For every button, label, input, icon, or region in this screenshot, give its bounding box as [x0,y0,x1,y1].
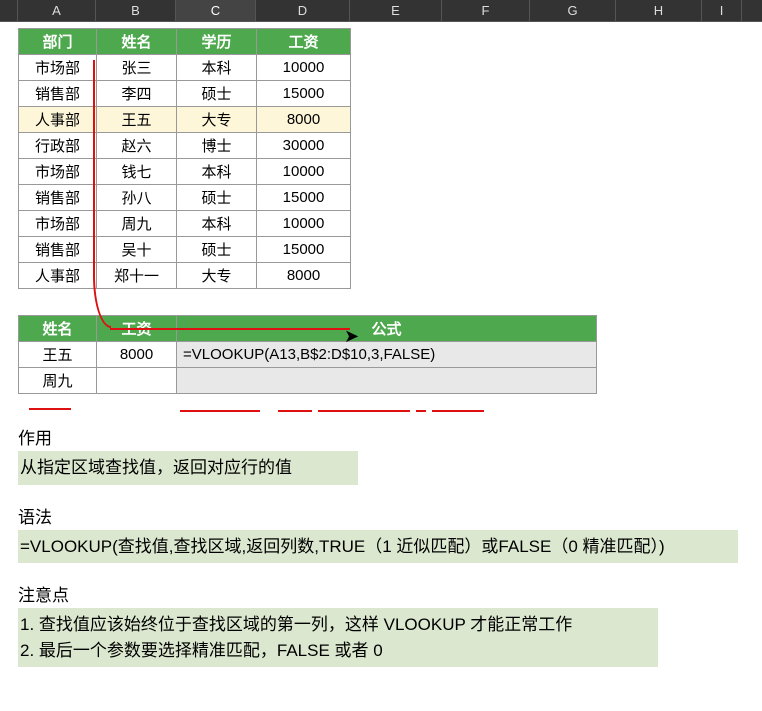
t1-name-4[interactable]: 钱七 [97,159,177,185]
grid-body[interactable]: 部门 姓名 学历 工资 市场部张三本科10000销售部李四硕士15000人事部王… [0,28,762,667]
t1-salary-7[interactable]: 15000 [257,237,351,263]
t1-dept-4[interactable]: 市场部 [19,159,97,185]
table-row[interactable]: 行政部赵六博士30000 [19,133,351,159]
t1-name-7[interactable]: 吴十 [97,237,177,263]
t1-edu-8[interactable]: 大专 [177,263,257,289]
t1-dept-5[interactable]: 销售部 [19,185,97,211]
col-header-I[interactable]: I [702,0,742,21]
t2-header-salary[interactable]: 工资 [97,316,177,342]
t1-edu-3[interactable]: 博士 [177,133,257,159]
t1-dept-8[interactable]: 人事部 [19,263,97,289]
t1-name-1[interactable]: 李四 [97,81,177,107]
column-header-row: A B C D E F G H I [0,0,762,22]
table-row[interactable]: 市场部张三本科10000 [19,55,351,81]
t2-salary-1[interactable] [97,368,177,394]
t1-header-name[interactable]: 姓名 [97,29,177,55]
tip-2: 2. 最后一个参数要选择精准匹配，FALSE 或者 0 [20,638,656,664]
col-header-D[interactable]: D [256,0,350,21]
col-header-B[interactable]: B [96,0,176,21]
tip-1: 1. 查找值应该始终位于查找区域的第一列，这样 VLOOKUP 才能正常工作 [20,612,656,638]
t2-formula-0[interactable]: =VLOOKUP(A13,B$2:D$10,3,FALSE) [177,342,597,368]
red-underline-a13 [278,410,312,412]
t1-dept-2[interactable]: 人事部 [19,107,97,133]
t2-header-formula[interactable]: 公式 [177,316,597,342]
t1-dept-7[interactable]: 销售部 [19,237,97,263]
t1-name-5[interactable]: 孙八 [97,185,177,211]
t2-salary-0[interactable]: 8000 [97,342,177,368]
t1-salary-2[interactable]: 8000 [257,107,351,133]
select-all-stub[interactable] [0,0,18,21]
t2-name-0[interactable]: 王五 [19,342,97,368]
t2-header-name[interactable]: 姓名 [19,316,97,342]
t1-name-8[interactable]: 郑十一 [97,263,177,289]
t2-formula-1[interactable] [177,368,597,394]
col-header-G[interactable]: G [530,0,616,21]
spreadsheet-area: A B C D E F G H I 部门 姓名 学历 工资 市场部张三本科100… [0,0,762,711]
col-header-H[interactable]: H [616,0,702,21]
t1-salary-0[interactable]: 10000 [257,55,351,81]
t1-header-edu[interactable]: 学历 [177,29,257,55]
t1-edu-1[interactable]: 硕士 [177,81,257,107]
table-row[interactable]: 市场部钱七本科10000 [19,159,351,185]
notes-section: 作用 从指定区域查找值，返回对应行的值 语法 =VLOOKUP(查找值,查找区域… [18,424,762,667]
t1-name-6[interactable]: 周九 [97,211,177,237]
t1-salary-6[interactable]: 10000 [257,211,351,237]
data-table-1[interactable]: 部门 姓名 学历 工资 市场部张三本科10000销售部李四硕士15000人事部王… [18,28,351,289]
table-row[interactable]: 销售部孙八硕士15000 [19,185,351,211]
t1-edu-0[interactable]: 本科 [177,55,257,81]
col-header-C[interactable]: C [176,0,256,21]
syntax-body: =VLOOKUP(查找值,查找区域,返回列数,TRUE（1 近似匹配）或FALS… [18,530,738,564]
t1-salary-4[interactable]: 10000 [257,159,351,185]
t1-dept-1[interactable]: 销售部 [19,81,97,107]
t1-salary-3[interactable]: 30000 [257,133,351,159]
t1-edu-5[interactable]: 硕士 [177,185,257,211]
t1-edu-7[interactable]: 硕士 [177,237,257,263]
t1-name-3[interactable]: 赵六 [97,133,177,159]
table-row[interactable]: 销售部李四硕士15000 [19,81,351,107]
t1-edu-6[interactable]: 本科 [177,211,257,237]
tips-body: 1. 查找值应该始终位于查找区域的第一列，这样 VLOOKUP 才能正常工作 2… [18,608,658,667]
t2-name-1[interactable]: 周九 [19,368,97,394]
red-underline-vlookup [180,410,260,412]
t1-dept-0[interactable]: 市场部 [19,55,97,81]
purpose-title: 作用 [18,424,762,449]
syntax-title: 语法 [18,503,762,528]
purpose-body: 从指定区域查找值，返回对应行的值 [18,451,358,485]
red-underline-wangwu [29,408,71,410]
t1-salary-8[interactable]: 8000 [257,263,351,289]
t1-edu-4[interactable]: 本科 [177,159,257,185]
t1-salary-5[interactable]: 15000 [257,185,351,211]
col-header-E[interactable]: E [350,0,442,21]
col-header-A[interactable]: A [18,0,96,21]
t1-salary-1[interactable]: 15000 [257,81,351,107]
red-underline-col [416,410,426,412]
t1-header-salary[interactable]: 工资 [257,29,351,55]
red-underline-range [318,410,410,412]
table-row[interactable]: 周九 [19,368,597,394]
lookup-table[interactable]: 姓名 工资 公式 王五 8000 =VLOOKUP(A13,B$2:D$10,3… [18,315,597,394]
table-row[interactable]: 市场部周九本科10000 [19,211,351,237]
red-underline-false [432,410,484,412]
t1-dept-6[interactable]: 市场部 [19,211,97,237]
t1-header-dept[interactable]: 部门 [19,29,97,55]
table-row[interactable]: 销售部吴十硕士15000 [19,237,351,263]
t1-edu-2[interactable]: 大专 [177,107,257,133]
col-header-F[interactable]: F [442,0,530,21]
table-row[interactable]: 人事部郑十一大专8000 [19,263,351,289]
table-row[interactable]: 人事部王五大专8000 [19,107,351,133]
t1-name-0[interactable]: 张三 [97,55,177,81]
table-row[interactable]: 王五 8000 =VLOOKUP(A13,B$2:D$10,3,FALSE) [19,342,597,368]
t1-name-2[interactable]: 王五 [97,107,177,133]
t1-dept-3[interactable]: 行政部 [19,133,97,159]
tips-title: 注意点 [18,581,762,606]
